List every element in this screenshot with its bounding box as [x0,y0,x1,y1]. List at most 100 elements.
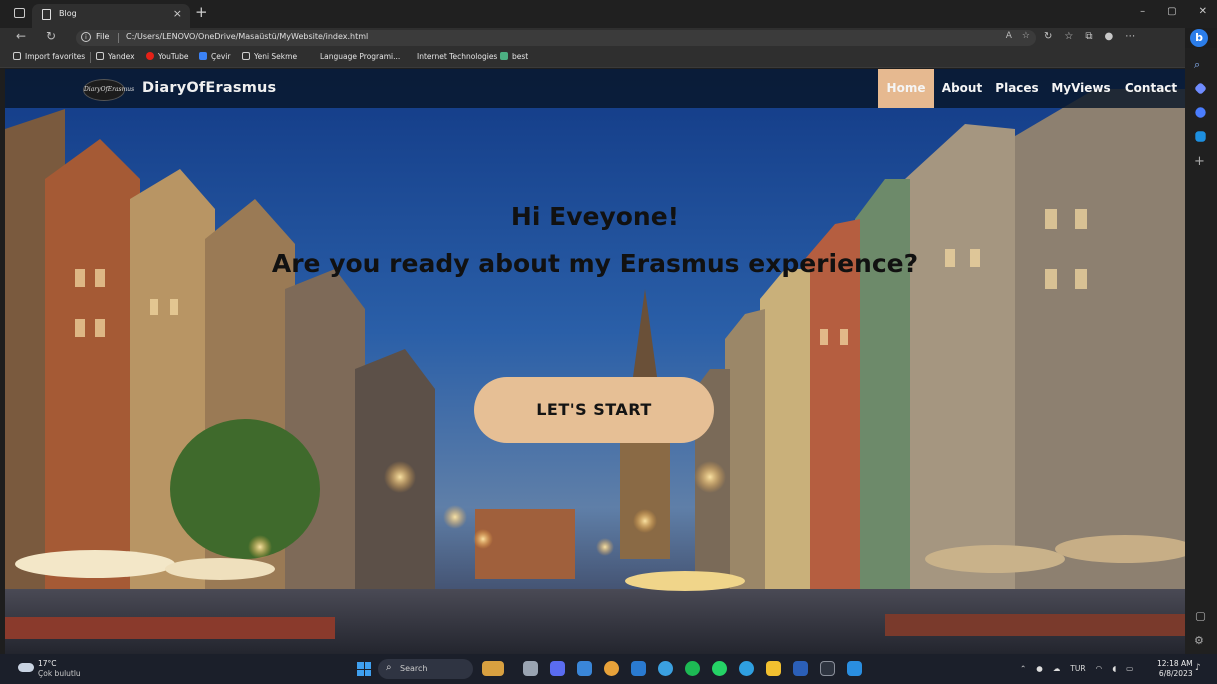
language-indicator[interactable]: TUR [1070,664,1085,673]
outlook-icon[interactable] [1195,131,1206,142]
notification-bell-icon[interactable]: ♪ [1195,663,1201,673]
close-tab-button[interactable]: × [173,7,182,20]
page-icon [42,9,51,20]
nav-link-about[interactable]: About [938,69,986,108]
store-icon[interactable] [631,661,646,676]
edge-icon[interactable] [658,661,673,676]
terminal-icon[interactable] [820,661,835,676]
nav-link-home[interactable]: Home [878,69,934,108]
youtube-icon [146,52,154,60]
bookmark-label: Çevir [211,52,231,61]
refresh-extension-icon[interactable]: ↻ [1044,31,1052,42]
tray-app-icon[interactable]: ● [1036,664,1043,673]
chrome-icon[interactable] [604,661,619,676]
bookmark-new-tab[interactable]: Yeni Sekme [242,52,297,61]
page-icon [242,52,250,60]
clock-date: 6/8/2023 [1158,669,1193,678]
back-icon[interactable]: ← [16,29,26,43]
toolbar-icons: ↻ ☆ ⧉ ● ⋯ [1044,31,1135,42]
webpage-viewport: DiaryOfErasmus DiaryOfErasmus Home About… [5,69,1185,654]
address-toolbar: ← ↻ i File C:/Users/LENOVO/OneDrive/Masa… [0,28,1185,48]
edge-sidebar: ⌕ + ⚙ [1185,48,1217,654]
bookmark-import[interactable]: Import favorites [13,52,85,61]
window-controls: – ▢ ✕ [1140,6,1207,17]
site-navbar: DiaryOfErasmus DiaryOfErasmus Home About… [5,69,1185,108]
windows-start-icon[interactable] [357,662,371,676]
nav-link-contact[interactable]: Contact [1120,69,1182,108]
browser-tab[interactable]: Blog × [32,4,190,28]
weather-temperature[interactable]: 17°C [38,659,57,668]
bookmark-language-programi[interactable]: Language Programi... [320,52,400,61]
bookmark-label: Import favorites [25,52,86,61]
new-tab-button[interactable]: + [195,3,208,21]
vscode-icon[interactable] [847,661,862,676]
info-icon[interactable]: i [81,32,91,42]
divider [118,33,119,43]
bookmark-label: Language Programi... [320,52,401,61]
bookmark-internet-technologies[interactable]: Internet Technologies [417,52,497,61]
taskbar-clock[interactable]: 12:18 AM 6/8/2023 [1157,659,1193,679]
onedrive-cloud-icon[interactable]: ☁ [1053,664,1061,673]
bing-copilot-icon[interactable]: b [1190,29,1208,47]
minimize-button[interactable]: – [1140,6,1145,17]
hero-background-image [5,69,1185,654]
tools-icon[interactable] [1195,107,1206,118]
clock-time: 12:18 AM [1157,659,1193,668]
taskbar-search[interactable]: ⌕ Search [378,659,473,679]
mail-icon[interactable] [577,661,592,676]
search-icon[interactable]: ⌕ [1194,58,1207,71]
page-icon [96,52,104,60]
browser-icon[interactable] [739,661,754,676]
maximize-button[interactable]: ▢ [1167,6,1176,17]
search-label: Search [400,664,428,673]
bookmark-yandex[interactable]: Yandex [96,52,135,61]
more-menu-icon[interactable]: ⋯ [1125,31,1135,42]
system-tray: ⌃ ● ☁ TUR ◠ ◖ ▭ [1020,664,1133,673]
widgets-icon[interactable] [482,661,504,676]
bookmark-youtube[interactable]: YouTube [146,52,189,61]
sidebar-panel-icon[interactable] [1195,611,1206,622]
bookmark-translate[interactable]: Çevir [199,52,230,61]
close-window-button[interactable]: ✕ [1199,6,1207,17]
teams-icon[interactable] [550,661,565,676]
word-icon[interactable] [793,661,808,676]
site-logo[interactable]: DiaryOfErasmus [83,79,134,101]
add-icon[interactable]: + [1194,154,1207,169]
bookmark-label: Yeni Sekme [254,52,298,61]
favorite-star-icon[interactable]: ☆ [1022,31,1030,41]
address-bar[interactable]: i File C:/Users/LENOVO/OneDrive/Masaüstü… [76,30,1036,46]
cloud-icon[interactable] [18,663,34,672]
search-icon: ⌕ [386,662,392,673]
read-aloud-icon[interactable]: A [1006,31,1012,41]
spotify-icon[interactable] [685,661,700,676]
site-brand[interactable]: DiaryOfErasmus [142,80,276,96]
lets-start-button[interactable]: LET'S START [474,377,714,443]
whatsapp-icon[interactable] [712,661,727,676]
bookmarks-bar: Import favorites Yandex YouTube Çevir Ye… [0,48,1185,68]
chevron-up-icon[interactable]: ⌃ [1020,664,1026,673]
wifi-icon[interactable]: ◠ [1096,664,1103,673]
bookmark-label: Internet Technologies [417,52,498,61]
shopping-tag-icon[interactable] [1194,82,1207,95]
profile-icon[interactable]: ● [1105,31,1114,42]
refresh-icon[interactable]: ↻ [46,29,56,43]
browser-tab-bar: Blog × + – ▢ ✕ [0,0,1217,28]
bookmark-label: best [512,52,529,61]
collections-icon[interactable]: ⧉ [1085,31,1092,42]
bookmark-divider [90,52,91,63]
battery-icon[interactable]: ▭ [1126,664,1133,673]
settings-gear-icon[interactable]: ⚙ [1194,634,1207,647]
translate-icon [199,52,207,60]
volume-icon[interactable]: ◖ [1112,664,1116,673]
task-view-icon[interactable] [523,661,538,676]
weather-description[interactable]: Çok bulutlu [38,669,81,678]
hero-subheading: Are you ready about my Erasmus experienc… [271,249,919,278]
file-explorer-icon[interactable] [766,661,781,676]
nav-link-myviews[interactable]: MyViews [1049,69,1113,108]
bookmark-best[interactable]: best [500,52,528,61]
nav-link-places[interactable]: Places [993,69,1041,108]
tab-title: Blog [59,9,77,18]
url-text[interactable]: C:/Users/LENOVO/OneDrive/Masaüstü/MyWebs… [126,32,368,41]
tab-actions-icon[interactable] [14,8,25,18]
favorites-icon[interactable]: ☆ [1064,31,1073,42]
